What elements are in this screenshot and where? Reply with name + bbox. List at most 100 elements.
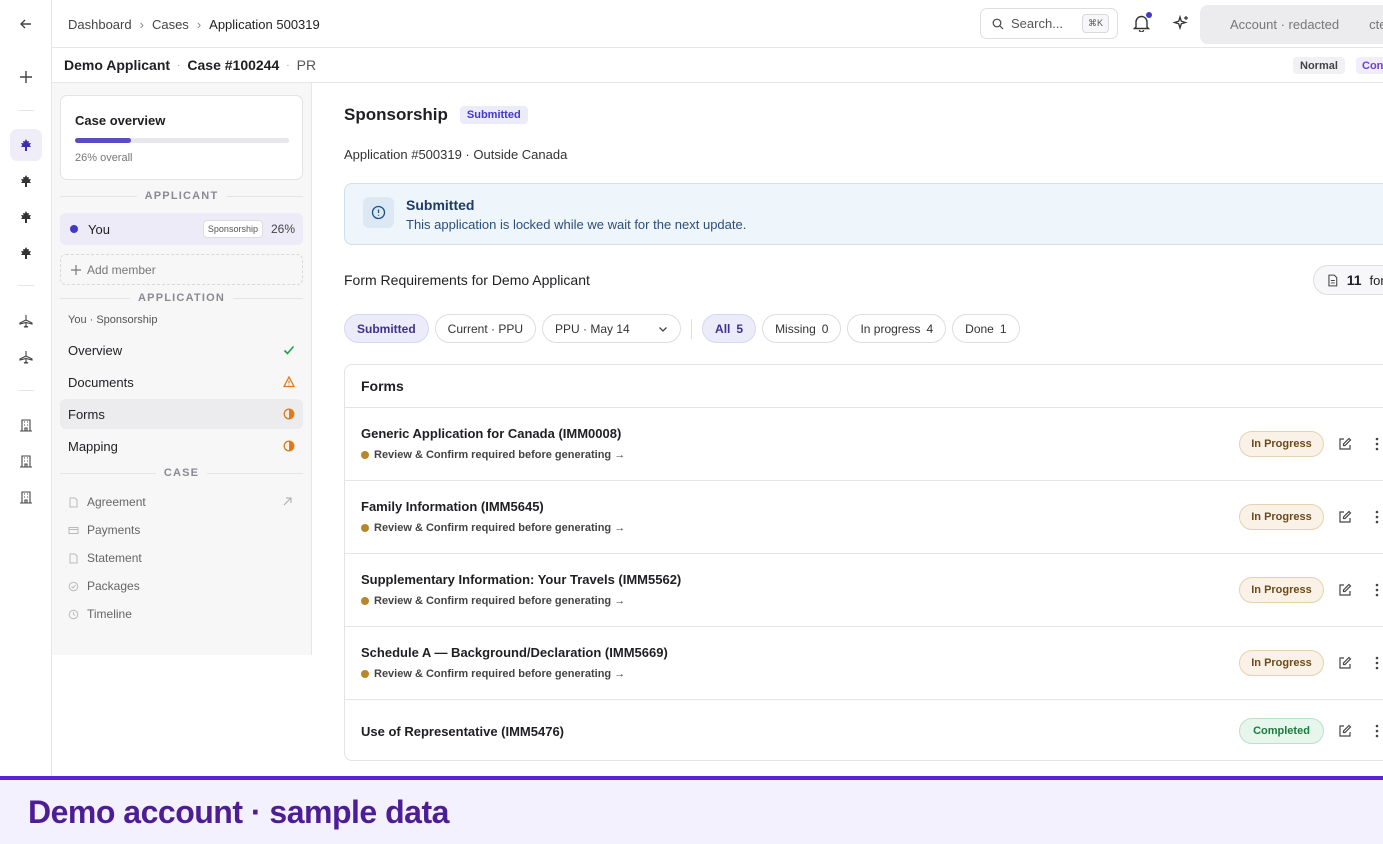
application-subtitle: You · Sponsorship <box>68 314 158 326</box>
priority-badge[interactable]: Normal <box>1293 57 1345 74</box>
status-badge: In Progress <box>1239 431 1324 457</box>
page-header: Sponsorship Submitted <box>344 105 528 125</box>
warning-icon <box>283 376 295 388</box>
filter-all[interactable]: All 5 <box>702 314 757 343</box>
page-subtitle: Application #500319 · Outside Canada <box>344 147 568 162</box>
more-vertical-icon[interactable] <box>1371 510 1383 524</box>
demo-banner: Demo account · sample data <box>0 776 1383 844</box>
document-icon <box>1328 274 1338 286</box>
chevron-right-icon: › <box>139 16 144 32</box>
form-note[interactable]: Review & Confirm required before generat… <box>361 522 625 534</box>
breadcrumb-current: Application 500319 <box>209 16 320 32</box>
case-header: Demo Applicant · Case #100244 · PR <box>52 48 1383 83</box>
case-type: PR <box>296 57 317 73</box>
edit-icon[interactable] <box>1338 437 1352 451</box>
nav-packages[interactable]: Packages <box>68 575 140 597</box>
overview-progress-label: 26% overall <box>75 152 133 164</box>
status-badge: Completed <box>1239 718 1324 744</box>
nav-statement[interactable]: Statement <box>68 547 142 569</box>
edit-icon[interactable] <box>1338 656 1352 670</box>
more-vertical-icon[interactable] <box>1371 437 1383 451</box>
nav-overview[interactable]: Overview <box>60 335 303 365</box>
alert-message: This application is locked while we wait… <box>406 217 747 232</box>
airplane-icon[interactable] <box>10 341 42 373</box>
form-name: Generic Application for Canada (IMM0008) <box>361 426 622 441</box>
edit-icon[interactable] <box>1338 724 1352 738</box>
search-shortcut: ⌘K <box>1081 14 1109 33</box>
forms-count: 11 <box>1346 272 1362 288</box>
clock-icon <box>68 609 79 619</box>
filter-in-progress[interactable]: In progress 4 <box>847 314 947 343</box>
form-row[interactable]: Family Information (IMM5645) Review & Co… <box>345 481 1383 554</box>
breadcrumb: Dashboard › Cases › Application 500319 <box>68 0 320 48</box>
add-member-button[interactable]: Add member <box>60 254 303 285</box>
forms-header: Forms <box>345 365 1383 408</box>
bell-icon[interactable] <box>1133 12 1152 32</box>
form-note[interactable]: Review & Confirm required before generat… <box>361 595 625 607</box>
forms-count-button[interactable]: 11 forms <box>1313 265 1383 295</box>
search-button[interactable]: Search... ⌘K <box>980 8 1118 39</box>
more-vertical-icon[interactable] <box>1371 583 1383 597</box>
account-menu[interactable]: Account · redacted cte <box>1200 5 1383 44</box>
nav-label: Overview <box>68 342 123 358</box>
breadcrumb-cases[interactable]: Cases <box>152 17 189 32</box>
form-note[interactable]: Review & Confirm required before generat… <box>361 449 625 461</box>
nav-agreement[interactable]: Agreement <box>68 491 146 513</box>
nav-documents[interactable]: Documents <box>60 367 303 397</box>
chevron-down-icon <box>659 326 667 332</box>
filter-missing[interactable]: Missing 0 <box>762 314 842 343</box>
breadcrumb-dashboard[interactable]: Dashboard <box>68 17 132 32</box>
member-tag: Sponsorship <box>202 220 263 238</box>
account-label-overflow: cte <box>1369 17 1383 32</box>
filter-current-ppu[interactable]: Current · PPU <box>434 314 537 343</box>
edit-icon[interactable] <box>1338 583 1352 597</box>
form-row[interactable]: Schedule A — Background/Declaration (IMM… <box>345 627 1383 700</box>
check-circle-icon <box>68 581 79 591</box>
half-circle-icon <box>283 408 295 420</box>
maple-leaf-icon[interactable] <box>10 237 42 269</box>
nav-label: Documents <box>68 374 134 390</box>
section-application: APPLICATION <box>60 292 304 304</box>
building-icon[interactable] <box>10 445 42 477</box>
filter-submitted[interactable]: Submitted <box>344 314 429 343</box>
case-sidebar: Case overview 26% overall APPLICANT You … <box>52 83 312 655</box>
account-label: Account · redacted <box>1230 17 1340 32</box>
nav-timeline[interactable]: Timeline <box>68 603 132 625</box>
maple-leaf-icon[interactable] <box>10 129 42 161</box>
filter-done[interactable]: Done 1 <box>952 314 1020 343</box>
form-note[interactable]: Review & Confirm required before generat… <box>361 668 625 680</box>
building-icon[interactable] <box>10 481 42 513</box>
form-name: Use of Representative (IMM5476) <box>361 724 565 739</box>
card-icon <box>68 526 79 534</box>
left-rail <box>0 0 52 776</box>
edit-icon[interactable] <box>1338 510 1352 524</box>
plus-icon <box>71 264 81 275</box>
form-row[interactable]: Use of Representative (IMM5476) Complete… <box>345 700 1383 760</box>
plus-icon[interactable] <box>10 61 42 93</box>
status-badge: In Progress <box>1239 650 1324 676</box>
member-you[interactable]: You Sponsorship 26% <box>60 213 303 245</box>
airplane-icon[interactable] <box>10 305 42 337</box>
form-row[interactable]: Generic Application for Canada (IMM0008)… <box>345 408 1383 481</box>
nav-forms[interactable]: Forms <box>60 399 303 429</box>
form-row[interactable]: Supplementary Information: Your Travels … <box>345 554 1383 627</box>
ppu-dropdown[interactable]: PPU · May 14 <box>542 314 682 343</box>
applicant-name: Demo Applicant <box>64 57 171 73</box>
maple-leaf-icon[interactable] <box>10 201 42 233</box>
case-overview-card[interactable]: Case overview 26% overall <box>60 95 303 180</box>
status-badge[interactable]: Con <box>1356 57 1383 74</box>
alert-title: Submitted <box>406 197 475 213</box>
sparkle-icon[interactable] <box>1173 15 1190 32</box>
status-badge: Submitted <box>459 106 528 124</box>
forms-count-label: forms <box>1369 272 1383 288</box>
nav-mapping[interactable]: Mapping <box>60 431 303 461</box>
back-arrow-icon[interactable] <box>10 8 42 40</box>
building-icon[interactable] <box>10 409 42 441</box>
maple-leaf-icon[interactable] <box>10 165 42 197</box>
more-vertical-icon[interactable] <box>1371 656 1383 670</box>
nav-label: Forms <box>68 406 105 422</box>
nav-payments[interactable]: Payments <box>68 519 140 541</box>
more-vertical-icon[interactable] <box>1371 724 1383 738</box>
form-name: Schedule A — Background/Declaration (IMM… <box>361 645 668 660</box>
member-percent: 26% <box>270 222 295 236</box>
